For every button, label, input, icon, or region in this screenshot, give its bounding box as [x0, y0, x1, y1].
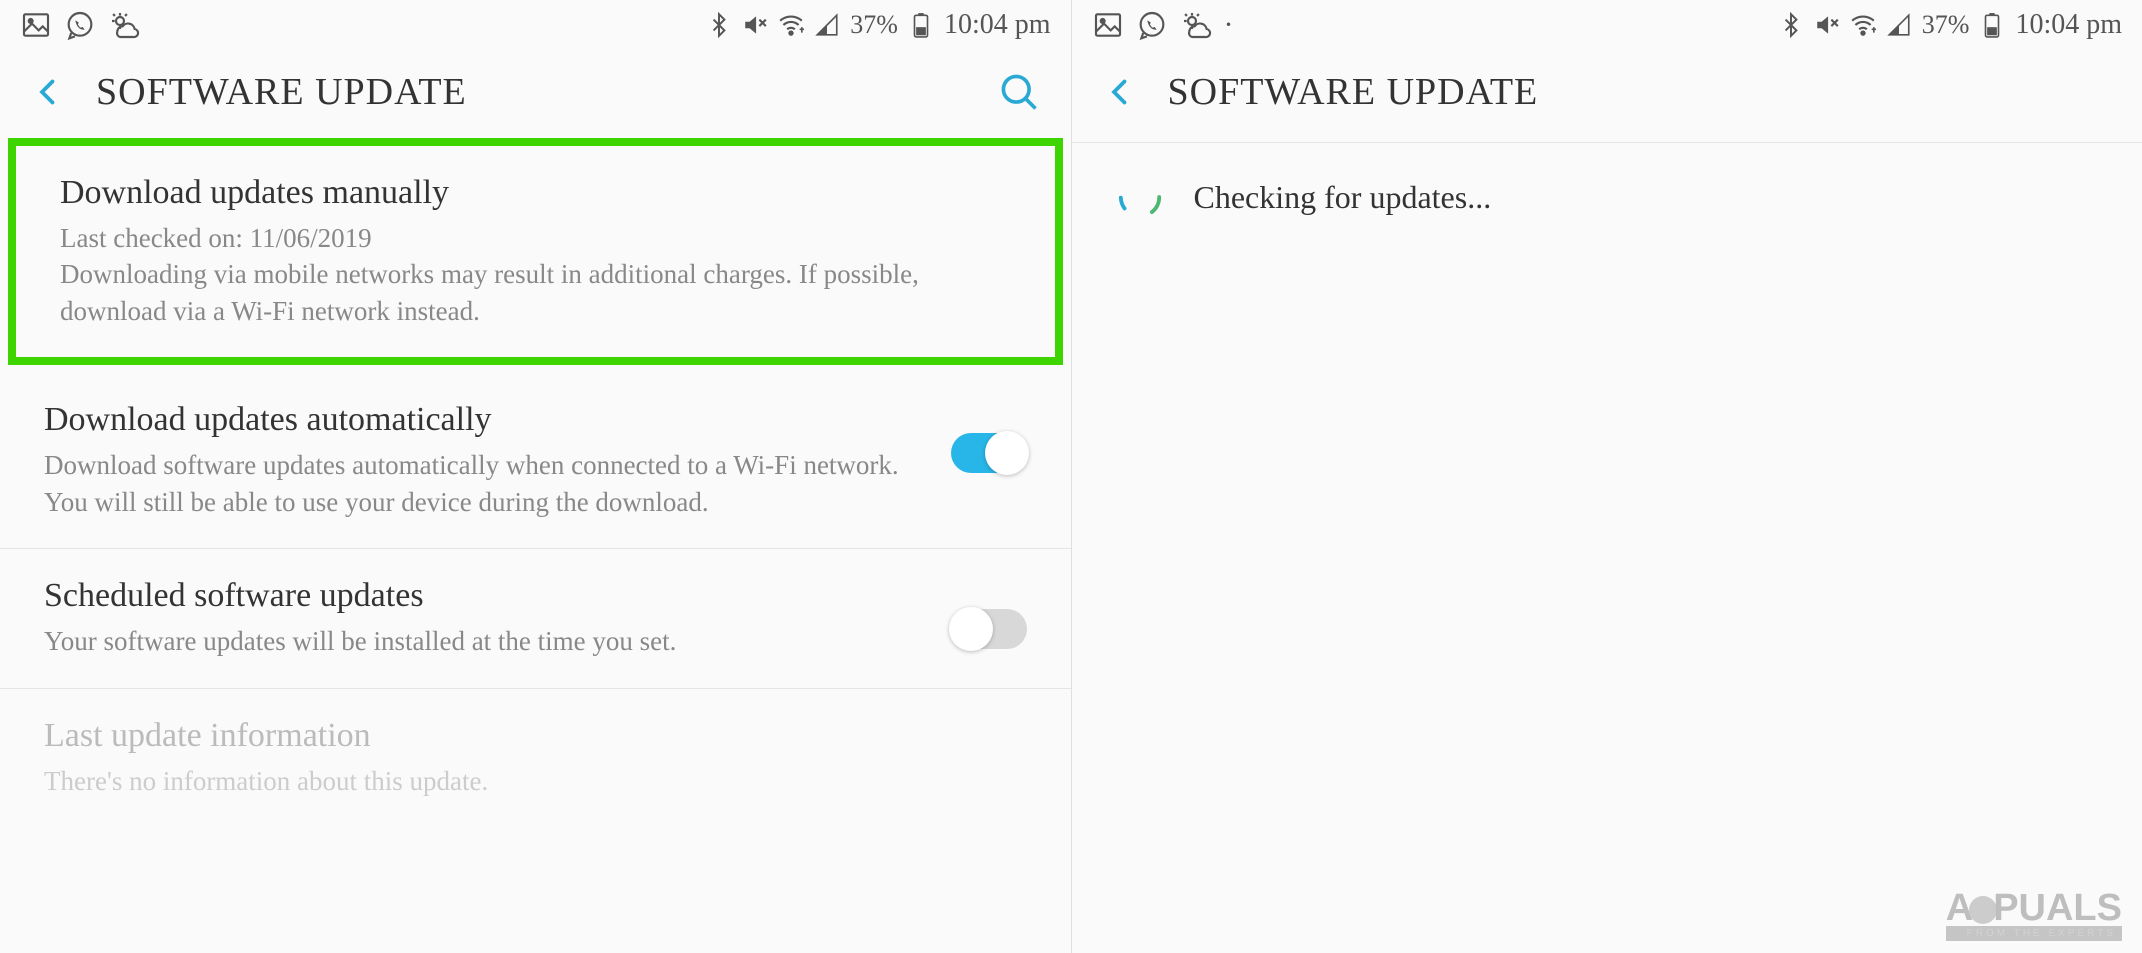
gallery-icon — [1092, 9, 1124, 41]
whatsapp-icon — [64, 9, 96, 41]
setting-description: Your software updates will be installed … — [44, 623, 1027, 659]
toggle-knob — [949, 607, 993, 651]
battery-icon — [1979, 12, 2005, 38]
setting-title: Download updates automatically — [44, 401, 1027, 439]
scheduled-updates-item[interactable]: Scheduled software updates Your software… — [0, 549, 1071, 688]
watermark-subtitle: FROM THE EXPERTS — [1946, 926, 2122, 941]
search-icon[interactable] — [997, 70, 1041, 114]
header-bar: SOFTWARE UPDATE — [0, 50, 1071, 138]
back-icon[interactable] — [30, 74, 66, 110]
toggle-knob — [985, 431, 1029, 475]
signal-icon — [814, 12, 840, 38]
last-update-item[interactable]: Last update information There's no infor… — [0, 689, 1071, 827]
setting-description: Downloading via mobile networks may resu… — [60, 256, 1011, 329]
gallery-icon — [20, 9, 52, 41]
status-right-icons: 37% 10:04 pm — [1778, 9, 2122, 41]
scheduled-toggle[interactable] — [951, 609, 1027, 649]
wifi-icon — [778, 12, 804, 38]
status-bar: · 37% 10:04 pm — [1072, 0, 2142, 50]
page-title: SOFTWARE UPDATE — [96, 70, 997, 114]
status-right-icons: 37% 10:04 pm — [706, 9, 1050, 41]
back-icon[interactable] — [1102, 74, 1138, 110]
more-notifications-dot: · — [1224, 10, 1234, 40]
last-checked-text: Last checked on: 11/06/2019 — [60, 220, 1011, 256]
bluetooth-icon — [706, 12, 732, 38]
whatsapp-icon — [1136, 9, 1168, 41]
setting-description: There's no information about this update… — [44, 763, 1027, 799]
highlight-annotation: Download updates manually Last checked o… — [8, 138, 1063, 365]
weather-icon — [108, 9, 140, 41]
header-bar: SOFTWARE UPDATE — [1072, 50, 2142, 138]
page-title: SOFTWARE UPDATE — [1168, 70, 2113, 114]
status-bar: 37% 10:04 pm — [0, 0, 1071, 50]
mute-icon — [742, 12, 768, 38]
download-auto-item[interactable]: Download updates automatically Download … — [0, 373, 1071, 549]
watermark-logo: APUALS FROM THE EXPERTS — [1946, 887, 2122, 941]
auto-download-toggle[interactable] — [951, 433, 1027, 473]
mute-icon — [1814, 12, 1840, 38]
status-left-icons: · — [1092, 9, 1234, 41]
battery-percent: 37% — [850, 10, 898, 40]
battery-percent: 37% — [1922, 10, 1970, 40]
loading-spinner-icon — [1116, 173, 1164, 221]
weather-icon — [1180, 9, 1212, 41]
setting-title: Scheduled software updates — [44, 577, 1027, 615]
battery-icon — [908, 12, 934, 38]
checking-updates-row: Checking for updates... — [1072, 143, 2142, 251]
setting-title: Download updates manually — [60, 174, 1011, 212]
setting-title: Last update information — [44, 717, 1027, 755]
wifi-icon — [1850, 12, 1876, 38]
status-time: 10:04 pm — [944, 9, 1051, 41]
phone-screenshot-right: · 37% 10:04 pm SOFTWARE UPDATE Checking … — [1072, 0, 2142, 953]
status-time: 10:04 pm — [2015, 9, 2122, 41]
signal-icon — [1886, 12, 1912, 38]
phone-screenshot-left: 37% 10:04 pm SOFTWARE UPDATE Download up… — [0, 0, 1072, 953]
checking-text: Checking for updates... — [1194, 179, 1492, 216]
status-left-icons — [20, 9, 140, 41]
watermark-text: APUALS — [1946, 887, 2122, 930]
download-manually-item[interactable]: Download updates manually Last checked o… — [16, 146, 1055, 357]
bluetooth-icon — [1778, 12, 1804, 38]
setting-description: Download software updates automatically … — [44, 447, 1027, 520]
